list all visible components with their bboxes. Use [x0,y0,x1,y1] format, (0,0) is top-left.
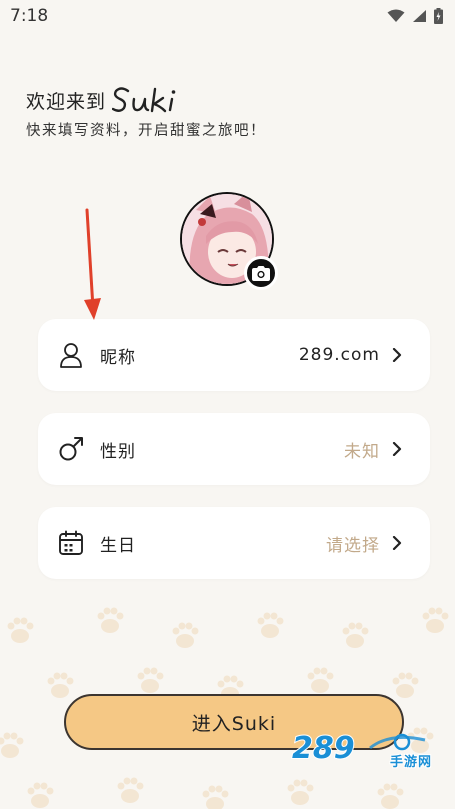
suki-logo [112,87,176,113]
change-avatar-button[interactable] [244,256,278,290]
birthday-label: 生日 [100,535,136,556]
chevron-right-icon [392,442,402,456]
battery-icon [434,8,443,24]
annotation-arrow [84,208,101,320]
welcome-heading: 欢迎来到 [26,84,184,114]
nickname-value: 289.com [298,345,380,365]
wifi-icon [387,9,405,22]
male-gender-icon [58,436,84,462]
watermark-subtext: 手游网 [390,755,433,770]
chevron-right-icon [392,536,402,550]
nickname-row[interactable]: 昵称 289.com [38,319,430,391]
gender-value: 未知 [344,441,380,462]
chevron-right-icon [392,348,402,362]
status-bar: 7:18 [0,0,455,32]
signal-icon [413,10,426,22]
subtitle: 快来填写资料，开启甜蜜之旅吧！ [26,123,266,139]
person-icon [58,342,84,368]
nickname-label: 昵称 [100,347,136,368]
status-icons [387,8,443,24]
birthday-value: 请选择 [326,535,380,556]
gender-label: 性别 [100,441,136,462]
calendar-icon [58,530,84,556]
status-time: 7:18 [10,6,49,26]
welcome-text: 欢迎来到 [26,91,107,113]
watermark-number: 289 [292,731,355,766]
birthday-row[interactable]: 生日 请选择 [38,507,430,579]
camera-icon [252,265,270,281]
gender-row[interactable]: 性别 未知 [38,413,430,485]
